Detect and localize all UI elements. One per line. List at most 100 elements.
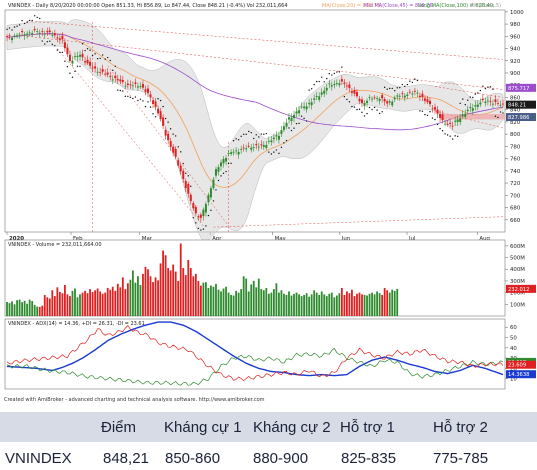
sar-dot (308, 89, 310, 91)
sar-dot (487, 86, 489, 88)
sar-dot (399, 86, 401, 89)
candle-body (71, 60, 74, 64)
sar-dot (169, 128, 172, 130)
sar-dot (414, 78, 416, 80)
candle-body (330, 85, 333, 87)
volume-bar (376, 291, 379, 316)
sar-dot (162, 105, 164, 108)
candle-body (285, 122, 288, 127)
candle-body (371, 98, 374, 100)
volume-bar (91, 292, 94, 316)
sar-dot (482, 85, 484, 87)
candle-body (172, 146, 175, 153)
sar-dot (356, 108, 358, 111)
sar-dot (361, 111, 363, 114)
candle-body (499, 104, 502, 106)
sar-dot (66, 66, 69, 68)
volume-bar (220, 291, 222, 316)
candle-body (245, 148, 248, 150)
sar-dot (472, 96, 474, 99)
sar-dot (446, 134, 449, 136)
candle-body (51, 34, 54, 36)
sar-dot (13, 26, 16, 28)
volume-bar (320, 291, 323, 316)
candle-body (318, 96, 321, 100)
candle-body (99, 71, 102, 73)
candle-body (300, 106, 303, 108)
volume-bar (366, 295, 368, 316)
row-khang-cu-2: 880-900 (253, 450, 309, 467)
volume-bar (303, 294, 305, 316)
header-ho-tro-1: Hỗ trợ 1 (340, 419, 395, 436)
candle-body (169, 141, 172, 147)
candle-body (177, 160, 180, 166)
candle-body (116, 79, 119, 81)
volume-bar (391, 289, 394, 316)
volume-bar (222, 288, 225, 316)
sar-dot (104, 58, 106, 60)
sar-dot (255, 134, 257, 136)
candle-body (255, 144, 258, 146)
sar-dot (323, 81, 325, 83)
candle-body (31, 33, 34, 35)
sar-dot (305, 120, 308, 122)
volume-bar (225, 286, 227, 316)
volume-bar (272, 289, 275, 316)
volume-bar (33, 304, 36, 316)
candle-body (174, 148, 177, 157)
candle-body (162, 117, 165, 126)
candle-body (199, 214, 202, 218)
candle-body (89, 61, 92, 66)
volume-bar (338, 293, 341, 316)
candle-body (149, 94, 152, 98)
volume-bar (262, 290, 265, 316)
candle-body (454, 120, 457, 122)
candle-body (114, 75, 117, 79)
sar-dot (280, 146, 283, 148)
volume-bar (293, 293, 295, 316)
candle-body (396, 95, 399, 97)
volume-bar (345, 291, 348, 316)
volume-bar (184, 275, 187, 316)
candle-body (428, 100, 431, 105)
sar-dot (187, 175, 189, 177)
sar-dot (263, 133, 265, 135)
candle-body (383, 99, 386, 102)
volume-y-tick-label: 300M (510, 279, 525, 285)
sar-dot (6, 28, 8, 31)
price-pane: 6606807007207407607808008208408608809009… (4, 3, 536, 242)
candle-body (335, 83, 338, 84)
volume-bar (111, 286, 114, 316)
sar-dot (409, 80, 411, 82)
sar-dot (167, 121, 169, 123)
sar-dot (283, 142, 285, 144)
candle-body (459, 118, 462, 123)
sar-dot (107, 56, 109, 59)
volume-bar (205, 282, 207, 316)
volume-bar (255, 287, 258, 316)
volume-bar (351, 289, 353, 316)
volume-y-tick-label: 500M (510, 256, 525, 262)
candle-body (358, 98, 361, 102)
volume-bar (313, 290, 316, 316)
volume-bar (363, 294, 366, 316)
sar-dot (303, 117, 305, 120)
sar-dot (290, 129, 293, 132)
sar-dot (336, 71, 338, 73)
candle-body (464, 113, 467, 117)
candle-body (393, 97, 396, 100)
price-y-tick-label: 780 (510, 144, 521, 150)
volume-bar (174, 271, 177, 316)
candle-body (240, 149, 243, 150)
row-diem: 848,21 (103, 450, 149, 467)
volume-bar (230, 294, 232, 316)
candle-body (439, 113, 442, 118)
volume-bar (278, 292, 280, 316)
candle-body (167, 133, 170, 141)
candle-body (207, 194, 210, 203)
candle-body (476, 104, 479, 107)
sar-dot (144, 105, 147, 108)
candle-body (413, 90, 416, 92)
sar-dot (248, 130, 250, 133)
candle-body (126, 83, 129, 86)
